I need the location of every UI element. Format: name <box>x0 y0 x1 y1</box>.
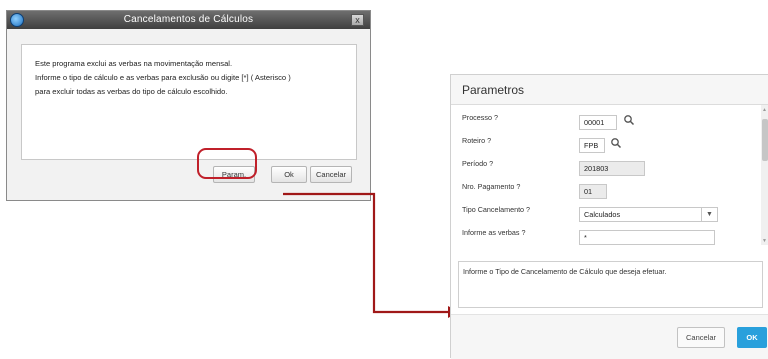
message-line: Informe o tipo de cálculo e as verbas pa… <box>35 73 291 82</box>
parameters-form: Processo ? 00001 Roteiro ? FPB Período ?… <box>455 105 761 245</box>
tipo-cancelamento-label: Tipo Cancelamento ? <box>462 205 531 214</box>
cancelamentos-dialog: Cancelamentos de Cálculos x Este program… <box>6 10 371 201</box>
help-box: Informe o Tipo de Cancelamento de Cálcul… <box>458 261 763 308</box>
roteiro-label: Roteiro ? <box>462 136 492 145</box>
param-highlight <box>197 148 257 179</box>
chevron-down-icon[interactable]: ▼ <box>701 208 717 221</box>
scroll-up-icon[interactable]: ▲ <box>762 107 767 113</box>
cancel-button[interactable]: Cancelar <box>677 327 725 348</box>
cancel-button[interactable]: Cancelar <box>310 166 352 183</box>
close-icon[interactable]: x <box>351 14 364 26</box>
ok-button[interactable]: OK <box>737 327 767 348</box>
scroll-down-icon[interactable]: ▼ <box>762 238 767 244</box>
ok-button[interactable]: Ok <box>271 166 307 183</box>
parametros-dialog: Parametros Processo ? 00001 Roteiro ? FP… <box>450 74 768 359</box>
tipo-cancelamento-select[interactable]: Calculados ▼ <box>579 207 718 222</box>
help-text: Informe o Tipo de Cancelamento de Cálcul… <box>463 267 667 276</box>
message-line: Este programa exclui as verbas na movime… <box>35 59 233 68</box>
verbas-label: Informe as verbas ? <box>462 228 526 237</box>
message-line: para excluir todas as verbas do tipo de … <box>35 87 228 96</box>
dialog-title: Cancelamentos de Cálculos <box>123 14 254 25</box>
nro-pagamento-label: Nro. Pagamento ? <box>462 182 521 191</box>
tipo-cancelamento-value: Calculados <box>584 210 621 219</box>
verbas-input[interactable]: * <box>579 230 715 245</box>
scrollbar-thumb[interactable] <box>762 119 768 161</box>
message-box: Este programa exclui as verbas na movime… <box>21 44 357 160</box>
dialog-title: Parametros <box>462 83 525 97</box>
search-icon[interactable] <box>610 136 622 149</box>
nro-pagamento-input: 01 <box>579 184 607 199</box>
connector-line <box>283 192 452 314</box>
search-icon[interactable] <box>623 113 635 126</box>
periodo-label: Período ? <box>462 159 494 168</box>
periodo-input: 201803 <box>579 161 645 176</box>
processo-label: Processo ? <box>462 113 498 122</box>
processo-input[interactable]: 00001 <box>579 115 617 130</box>
roteiro-input[interactable]: FPB <box>579 138 605 153</box>
